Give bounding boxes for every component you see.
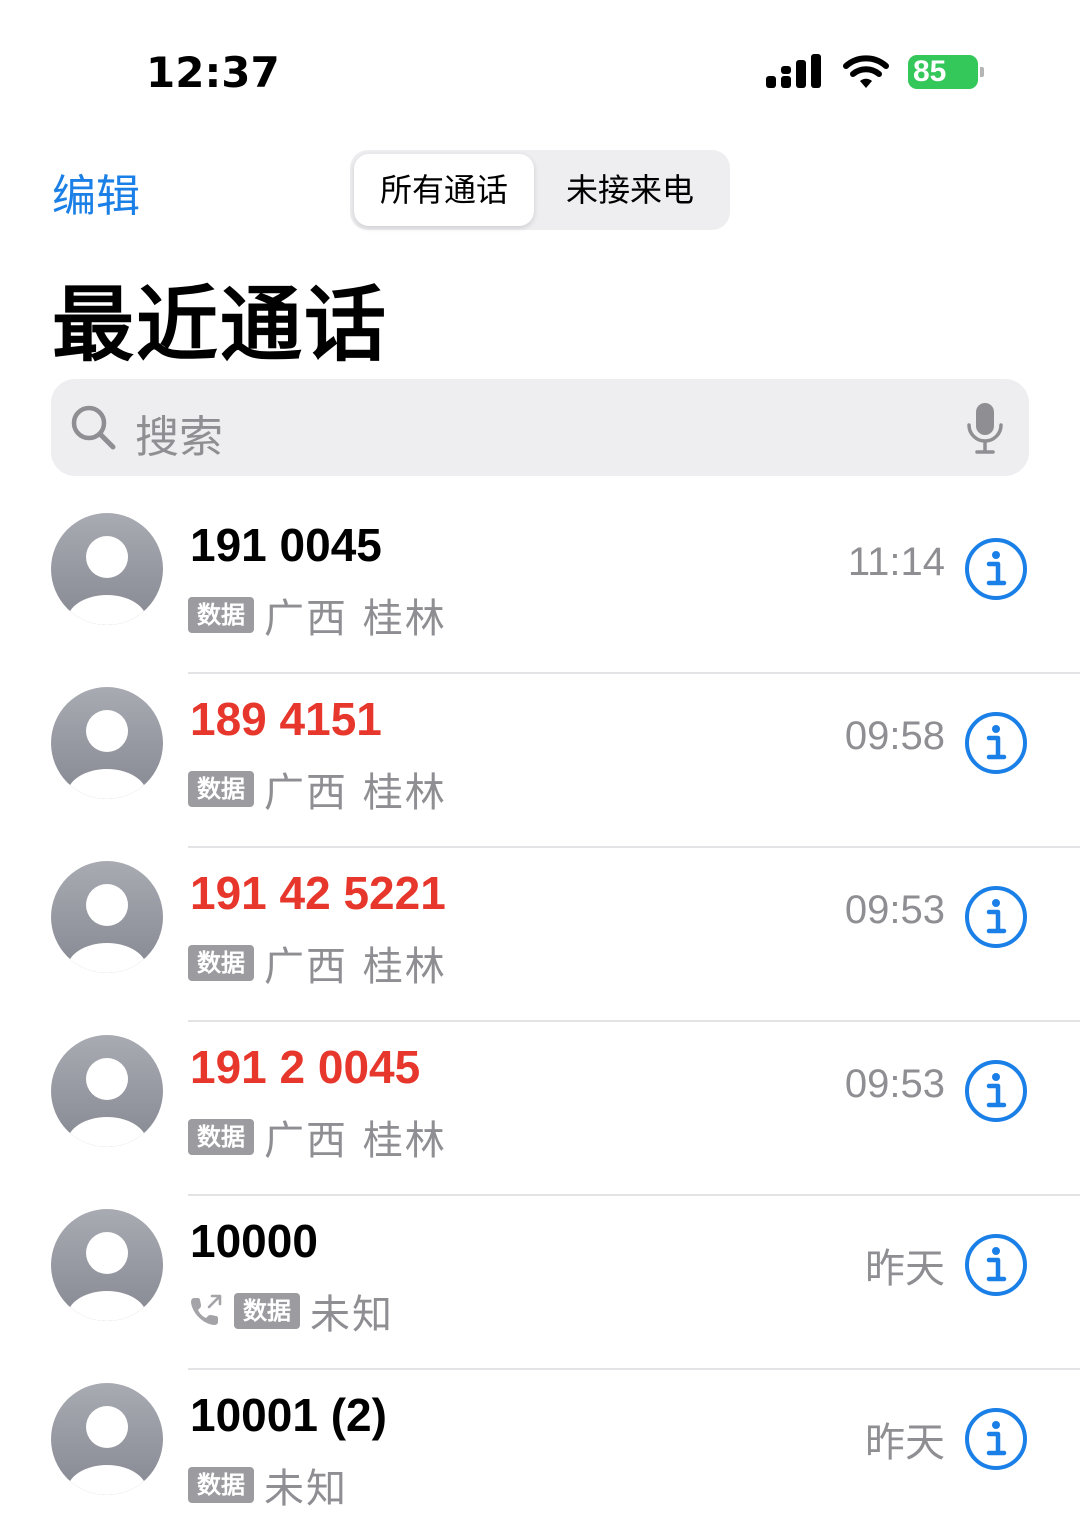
call-number: 191 0045	[190, 519, 382, 571]
call-time: 09:58	[844, 714, 945, 758]
call-details: 数据 广西 桂林	[188, 1108, 447, 1164]
call-time: 昨天	[865, 1247, 945, 1291]
contact-avatar-icon	[51, 1035, 163, 1147]
call-details: 数据 广西 桂林	[188, 934, 447, 990]
battery-level: 85	[913, 55, 947, 88]
microphone-icon[interactable]	[965, 401, 1005, 455]
edit-button[interactable]: 编辑	[52, 160, 140, 224]
data-badge: 数据	[188, 1119, 254, 1155]
call-location: 未知	[264, 1466, 348, 1512]
search-icon	[71, 405, 116, 450]
call-row[interactable]: 191 0045 数据 广西 桂林 11:14	[0, 500, 1080, 674]
contact-avatar-icon	[51, 513, 163, 625]
call-time: 09:53	[844, 888, 945, 932]
call-time: 昨天	[865, 1421, 945, 1465]
segment-missed-calls[interactable]: 未接来电	[532, 154, 728, 226]
call-row[interactable]: 191 2 0045 数据 广西 桂林 09:53	[0, 1022, 1080, 1196]
data-badge: 数据	[188, 771, 254, 807]
search-bar[interactable]: 搜索	[51, 379, 1029, 476]
call-row[interactable]: 191 42 5221 数据 广西 桂林 09:53	[0, 848, 1080, 1022]
battery-tip	[980, 67, 984, 77]
call-row[interactable]: 10000 数据 未知 昨天	[0, 1196, 1080, 1370]
contact-avatar-icon	[51, 1209, 163, 1321]
contact-avatar-icon	[51, 861, 163, 973]
call-number: 191 2 0045	[190, 1041, 421, 1093]
data-badge: 数据	[188, 597, 254, 633]
call-row[interactable]: 10001 (2) 数据 未知 昨天	[0, 1370, 1080, 1524]
call-number: 191 42 5221	[190, 867, 446, 919]
segment-all-calls[interactable]: 所有通话	[354, 154, 534, 226]
call-location: 广西 桂林	[264, 944, 447, 990]
search-input[interactable]: 搜索	[135, 401, 223, 465]
wifi-icon	[843, 55, 889, 88]
outgoing-call-icon	[191, 1294, 222, 1325]
call-location: 广西 桂林	[264, 770, 447, 816]
call-details: 数据 未知	[188, 1456, 348, 1512]
call-details: 数据 未知	[188, 1282, 394, 1338]
call-time: 09:53	[844, 1062, 945, 1106]
call-location: 广西 桂林	[264, 596, 447, 642]
info-icon[interactable]	[964, 1233, 1028, 1297]
data-badge: 数据	[234, 1293, 300, 1329]
info-icon[interactable]	[964, 1407, 1028, 1471]
battery-charging-icon: 85	[908, 55, 978, 89]
call-time: 11:14	[847, 540, 945, 584]
info-icon[interactable]	[964, 1059, 1028, 1123]
contact-avatar-icon	[51, 1383, 163, 1495]
call-filter-segmented-control: 所有通话 未接来电	[350, 150, 730, 230]
call-location: 广西 桂林	[264, 1118, 447, 1164]
page-title: 最近通话	[52, 278, 389, 373]
info-icon[interactable]	[964, 537, 1028, 601]
status-time: 12:37	[146, 48, 280, 97]
call-location: 未知	[310, 1292, 394, 1338]
call-details: 数据 广西 桂林	[188, 586, 447, 642]
data-badge: 数据	[188, 945, 254, 981]
info-icon[interactable]	[964, 885, 1028, 949]
data-badge: 数据	[188, 1467, 254, 1503]
call-number: 10001 (2)	[190, 1389, 387, 1441]
info-icon[interactable]	[964, 711, 1028, 775]
call-row[interactable]: 189 4151 数据 广西 桂林 09:58	[0, 674, 1080, 848]
call-details: 数据 广西 桂林	[188, 760, 447, 816]
recents-screen: 12:37 85 编辑 所有通话 未接来电 最近通话 搜索 191 0045 数…	[0, 0, 1080, 1524]
call-number: 189 4151	[190, 693, 382, 745]
contact-avatar-icon	[51, 687, 163, 799]
call-number: 10000	[190, 1215, 318, 1267]
cellular-signal-icon	[766, 54, 821, 88]
